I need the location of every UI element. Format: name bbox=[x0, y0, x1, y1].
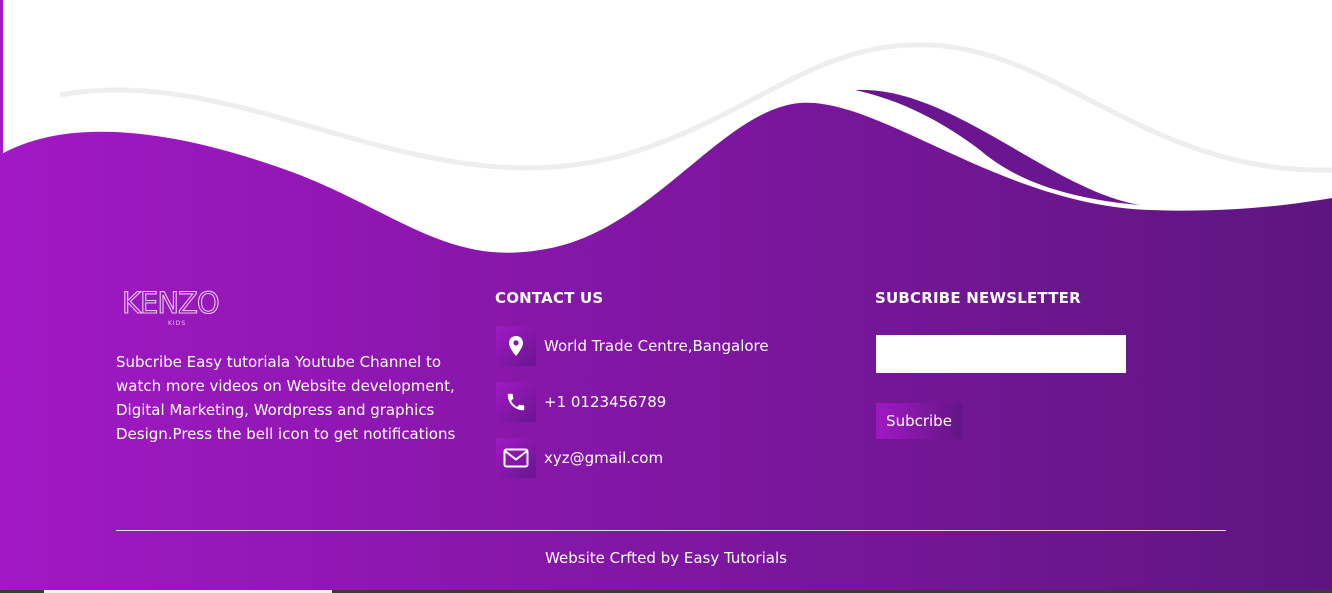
svg-text:KENZO: KENZO bbox=[122, 286, 219, 320]
contact-phone-text: +1 0123456789 bbox=[544, 393, 667, 411]
footer-divider bbox=[116, 530, 1226, 531]
envelope-icon bbox=[496, 438, 536, 478]
phone-icon bbox=[496, 382, 536, 422]
contact-heading: CONTACT US bbox=[495, 289, 604, 307]
newsletter-email-input[interactable] bbox=[876, 335, 1126, 373]
about-description: Subcribe Easy tutoriala Youtube Channel … bbox=[116, 353, 456, 443]
contact-item-phone: +1 0123456789 bbox=[496, 382, 666, 422]
footer-credit: Website Crfted by Easy Tutorials bbox=[545, 549, 787, 567]
contact-item-address: World Trade Centre,Bangalore bbox=[496, 326, 769, 366]
footer: KENZO KIDS Subcribe Easy tutoriala Youtu… bbox=[0, 0, 1332, 593]
svg-text:KIDS: KIDS bbox=[168, 320, 186, 327]
kenzo-logo: KENZO KIDS bbox=[121, 286, 220, 327]
contact-item-email: xyz@gmail.com bbox=[496, 438, 663, 478]
subscribe-button[interactable]: Subcribe bbox=[876, 403, 962, 439]
location-pin-icon bbox=[496, 326, 536, 366]
contact-address-text: World Trade Centre,Bangalore bbox=[544, 337, 769, 355]
contact-email-text: xyz@gmail.com bbox=[544, 449, 664, 467]
newsletter-heading: SUBCRIBE NEWSLETTER bbox=[875, 289, 1081, 307]
page: KENZO KIDS Subcribe Easy tutoriala Youtu… bbox=[0, 0, 1332, 593]
